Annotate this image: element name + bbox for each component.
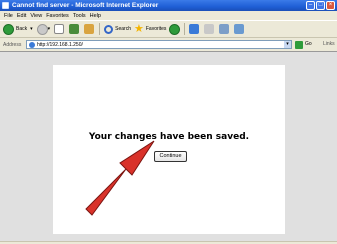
toolbar-separator [184,23,186,35]
stop-icon[interactable] [54,24,65,34]
go-button-label[interactable]: Go [305,41,312,47]
pointer-arrow-icon [85,140,155,216]
forward-icon[interactable] [36,23,48,35]
search-icon[interactable] [104,24,114,34]
address-label: Address [3,41,22,48]
menu-view[interactable]: View [30,13,42,19]
refresh-icon[interactable] [69,24,80,34]
back-button-label[interactable]: Back [16,26,27,32]
ie-icon [2,2,9,9]
browser-viewport: Your changes have been saved. Continue [0,51,337,241]
forward-dropdown-icon[interactable]: ▾ [48,26,51,32]
close-icon[interactable]: × [326,1,335,10]
menu-favorites[interactable]: Favorites [46,13,69,19]
menu-bar: File Edit View Favorites Tools Help [0,11,337,20]
back-dropdown-icon[interactable]: ▾ [30,26,33,32]
address-dropdown-icon[interactable]: ▾ [284,41,291,48]
edit-icon[interactable] [234,24,245,34]
maximize-icon[interactable]: □ [316,1,325,10]
arrow-shape [85,140,155,216]
mail-icon[interactable] [204,24,215,34]
address-input[interactable]: http://192.168.1.250/ ▾ [26,40,292,49]
menu-edit[interactable]: Edit [17,13,26,19]
page-icon [29,41,35,48]
title-bar: Cannot find server - Microsoft Internet … [0,0,337,11]
menu-file[interactable]: File [4,13,13,19]
media-icon[interactable] [169,23,181,35]
minimize-icon[interactable]: – [306,1,315,10]
back-icon[interactable] [3,23,14,35]
history-icon[interactable] [189,24,200,34]
window-controls: – □ × [306,1,335,10]
links-label[interactable]: Links [323,41,335,47]
home-icon[interactable] [84,24,95,34]
menu-tools[interactable]: Tools [73,13,86,19]
address-bar: Address http://192.168.1.250/ ▾ Go Links [0,38,337,51]
address-url[interactable]: http://192.168.1.250/ [37,42,83,48]
search-button-label[interactable]: Search [115,26,131,32]
toolbar: Back ▾ ▾ Search ★ Favorites [0,20,337,38]
toolbar-separator [99,23,101,35]
go-icon[interactable] [295,41,303,49]
print-icon[interactable] [219,24,230,34]
favorites-button-label[interactable]: Favorites [146,26,167,32]
menu-help[interactable]: Help [90,13,101,19]
favorites-icon[interactable]: ★ [134,23,144,35]
window-title: Cannot find server - Microsoft Internet … [12,2,159,9]
